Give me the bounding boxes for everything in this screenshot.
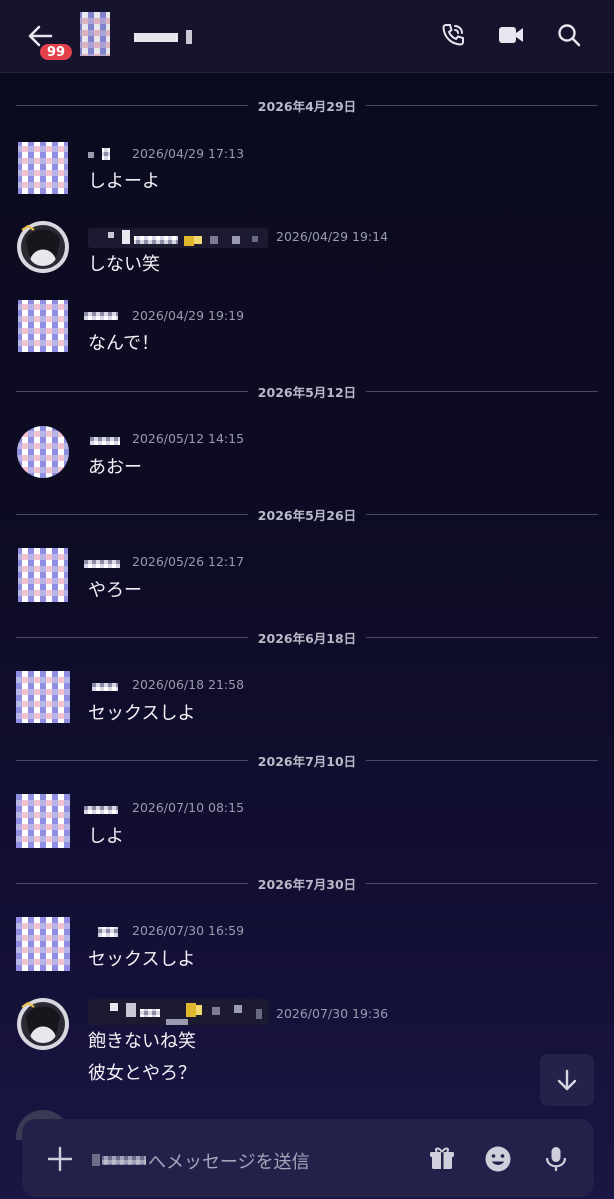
message-text: セックスしよ bbox=[88, 703, 196, 724]
username[interactable] bbox=[84, 308, 122, 320]
gift-icon[interactable] bbox=[426, 1143, 458, 1175]
date-divider: 2026年5月12日 bbox=[16, 381, 598, 401]
avatar[interactable] bbox=[16, 794, 70, 848]
message-text: 彼女とやろ？ bbox=[88, 1063, 196, 1084]
date-label: 2026年6月18日 bbox=[257, 631, 357, 646]
message-text: しない笑 bbox=[88, 254, 160, 275]
voice-call-button[interactable] bbox=[436, 18, 470, 52]
unread-badge: 99 bbox=[38, 42, 74, 62]
date-divider: 2026年7月10日 bbox=[16, 750, 598, 770]
message-text: やろー bbox=[88, 580, 142, 601]
emoji-icon[interactable] bbox=[482, 1143, 514, 1175]
channel-name[interactable] bbox=[134, 30, 194, 44]
message-input[interactable]: へメッセージを送信 bbox=[148, 1148, 310, 1174]
phone-call-icon bbox=[442, 24, 464, 46]
scroll-to-bottom-button[interactable] bbox=[540, 1054, 594, 1106]
date-label: 2026年7月10日 bbox=[257, 754, 357, 769]
message-text: あおー bbox=[88, 457, 142, 478]
message-text: しよーよ bbox=[88, 171, 160, 192]
date-divider: 2026年6月18日 bbox=[16, 627, 598, 647]
username[interactable] bbox=[88, 228, 268, 248]
arrow-down-icon bbox=[557, 1069, 577, 1091]
timestamp: 2026/05/26 12:17 bbox=[132, 554, 245, 569]
date-divider: 2026年4月29日 bbox=[16, 95, 598, 115]
username[interactable] bbox=[98, 925, 122, 937]
date-label: 2026年5月12日 bbox=[257, 385, 357, 400]
date-divider: 2026年7月30日 bbox=[16, 873, 598, 893]
username[interactable] bbox=[92, 679, 122, 691]
search-icon bbox=[558, 24, 581, 47]
message-text: セックスしよ bbox=[88, 949, 196, 970]
message-composer[interactable]: へメッセージを送信 bbox=[22, 1119, 594, 1197]
timestamp: 2026/07/30 16:59 bbox=[132, 923, 245, 938]
username[interactable] bbox=[84, 802, 120, 814]
date-divider: 2026年5月26日 bbox=[16, 504, 598, 524]
avatar[interactable] bbox=[16, 140, 70, 194]
date-label: 2026年5月26日 bbox=[257, 508, 357, 523]
recipient-name bbox=[92, 1154, 146, 1166]
message-text: 飽きないね笑 bbox=[88, 1031, 196, 1052]
search-button[interactable] bbox=[552, 18, 586, 52]
avatar[interactable] bbox=[16, 425, 70, 479]
avatar[interactable] bbox=[16, 220, 70, 274]
video-camera-icon bbox=[499, 27, 523, 43]
avatar[interactable] bbox=[16, 298, 70, 352]
avatar[interactable] bbox=[16, 548, 70, 602]
channel-avatar[interactable] bbox=[76, 12, 118, 60]
plus-icon[interactable] bbox=[46, 1145, 74, 1173]
username[interactable] bbox=[84, 556, 124, 568]
chat-header: 99 bbox=[0, 0, 614, 73]
date-label: 2026年7月30日 bbox=[257, 877, 357, 892]
video-call-button[interactable] bbox=[494, 18, 528, 52]
message-text: しよ bbox=[88, 826, 124, 847]
date-label: 2026年4月29日 bbox=[257, 99, 357, 114]
avatar[interactable] bbox=[16, 671, 70, 725]
timestamp: 2026/04/29 17:13 bbox=[132, 146, 245, 161]
username[interactable] bbox=[90, 433, 124, 445]
timestamp: 2026/04/29 19:14 bbox=[276, 229, 389, 244]
timestamp: 2026/06/18 21:58 bbox=[132, 677, 245, 692]
timestamp: 2026/07/30 19:36 bbox=[276, 1006, 389, 1021]
message-text: なんで！ bbox=[88, 333, 160, 354]
timestamp: 2026/04/29 19:19 bbox=[132, 308, 245, 323]
username[interactable] bbox=[88, 148, 124, 160]
timestamp: 2026/07/10 08:15 bbox=[132, 800, 245, 815]
username[interactable] bbox=[88, 999, 268, 1025]
avatar[interactable] bbox=[16, 997, 70, 1051]
timestamp: 2026/05/12 14:15 bbox=[132, 431, 245, 446]
microphone-icon[interactable] bbox=[540, 1143, 572, 1175]
avatar[interactable] bbox=[16, 917, 70, 971]
